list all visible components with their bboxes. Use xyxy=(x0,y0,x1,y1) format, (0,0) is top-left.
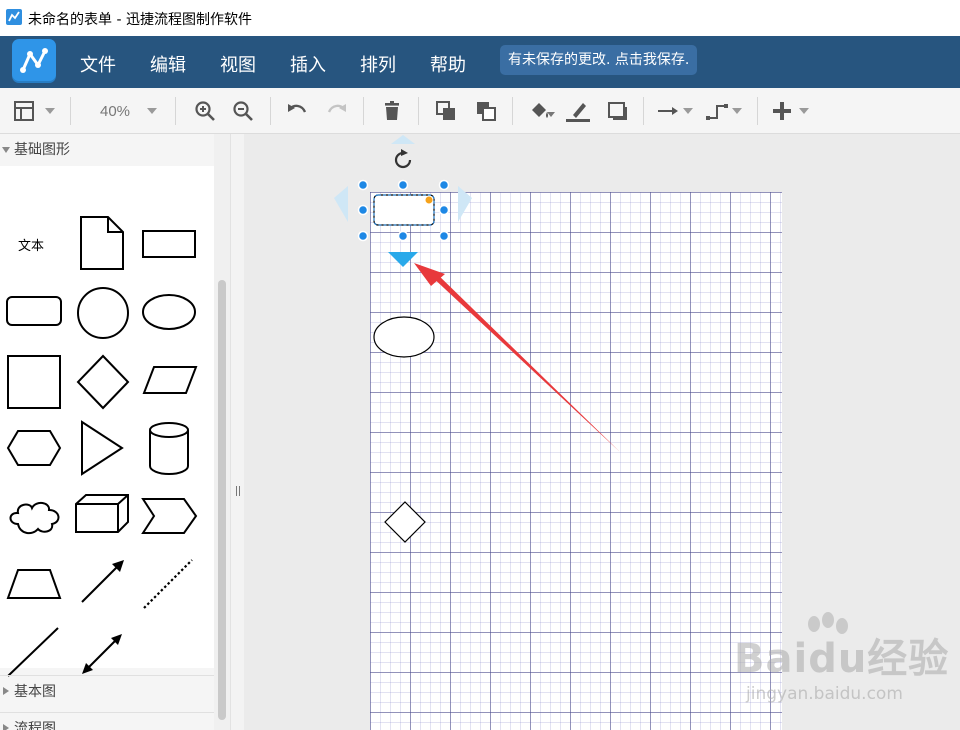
shape-cylinder[interactable] xyxy=(144,420,194,478)
expand-icon xyxy=(2,147,10,153)
section-label: 基本图 xyxy=(14,684,56,700)
shape-rounded-rectangle[interactable] xyxy=(4,294,64,328)
shape-ellipse[interactable] xyxy=(140,292,198,332)
shape-hexagon[interactable] xyxy=(4,428,64,468)
rotate-handle-icon[interactable] xyxy=(394,149,412,169)
zoom-level[interactable]: 40% xyxy=(100,103,130,120)
annotation-arrow xyxy=(414,263,620,452)
unsaved-changes-button[interactable]: 有未保存的更改. 点击我保存. xyxy=(500,45,698,75)
canvas-diamond[interactable] xyxy=(384,501,426,543)
toolbar-separator xyxy=(363,97,364,125)
app-logo-icon[interactable] xyxy=(12,39,56,83)
resize-handle-se[interactable] xyxy=(438,230,450,242)
delete-icon[interactable] xyxy=(380,99,404,123)
panel-splitter[interactable] xyxy=(230,134,244,730)
hint-arrow-down-icon[interactable] xyxy=(388,252,418,267)
toolbar-separator xyxy=(643,97,644,125)
section-label: 流程图 xyxy=(14,721,56,730)
menu-file[interactable]: 文件 xyxy=(80,51,116,77)
connector-icon[interactable] xyxy=(656,99,680,123)
toolbar-separator xyxy=(512,97,513,125)
shadow-icon[interactable] xyxy=(606,99,630,123)
shape-trapezoid[interactable] xyxy=(4,566,64,602)
waypoints-icon[interactable] xyxy=(705,99,729,123)
shape-step[interactable] xyxy=(140,496,200,536)
shape-square[interactable] xyxy=(4,352,64,412)
paw-icon xyxy=(808,612,848,634)
baidu-watermark: Baidu经验 jingyan.baidu.com xyxy=(734,612,949,704)
fill-color-icon[interactable] xyxy=(528,99,552,123)
shape-circle[interactable] xyxy=(74,284,132,342)
resize-handle-e[interactable] xyxy=(438,204,450,216)
resize-handle-nw[interactable] xyxy=(357,179,369,191)
toolbar-separator xyxy=(757,97,758,125)
resize-handle-sw[interactable] xyxy=(357,230,369,242)
section-basic-shapes[interactable]: 基础图形 xyxy=(0,134,214,166)
line-color-icon[interactable] xyxy=(565,99,591,123)
toolbar: 40% xyxy=(0,88,960,134)
shape-dotted-line[interactable] xyxy=(140,556,196,612)
layout-caret-icon[interactable] xyxy=(45,108,55,114)
section-label: 基础图形 xyxy=(14,142,70,158)
hint-arrow-left-icon[interactable] xyxy=(334,186,348,222)
menu-insert[interactable]: 插入 xyxy=(290,51,326,77)
canvas-ellipse[interactable] xyxy=(373,316,435,358)
corner-radius-handle[interactable] xyxy=(424,195,434,205)
left-scrollbar-thumb[interactable] xyxy=(218,280,226,720)
shape-bidirectional-arrow[interactable] xyxy=(78,630,126,678)
menu-help[interactable]: 帮助 xyxy=(430,51,466,77)
shape-cube[interactable] xyxy=(72,492,132,536)
resize-handle-w[interactable] xyxy=(357,204,369,216)
toolbar-separator xyxy=(418,97,419,125)
shape-document[interactable] xyxy=(78,214,126,272)
shape-library-panel: 基础图形 文本 基本图 流程图 xyxy=(0,134,230,730)
watermark-url: jingyan.baidu.com xyxy=(746,684,903,704)
waypoints-caret-icon[interactable] xyxy=(732,108,742,114)
diagram-canvas[interactable]: Baidu经验 jingyan.baidu.com xyxy=(244,134,960,730)
collapse-icon xyxy=(3,724,9,730)
collapse-icon xyxy=(3,687,9,695)
undo-icon[interactable] xyxy=(285,99,309,123)
section-basic-diagram[interactable]: 基本图 xyxy=(0,675,214,707)
shape-rectangle[interactable] xyxy=(140,228,198,262)
insert-plus-icon[interactable] xyxy=(770,99,794,123)
shape-arrow[interactable] xyxy=(76,556,128,608)
fill-caret-icon[interactable] xyxy=(547,112,555,117)
zoom-out-icon[interactable] xyxy=(231,99,255,123)
shape-triangle[interactable] xyxy=(78,418,126,478)
resize-handle-s[interactable] xyxy=(397,230,409,242)
shapes-grid: 文本 xyxy=(0,166,214,677)
menubar: 文件 编辑 视图 插入 排列 帮助 有未保存的更改. 点击我保存. xyxy=(0,36,960,88)
window-title: 未命名的表单 - 迅捷流程图制作软件 xyxy=(28,12,252,28)
toolbar-separator xyxy=(270,97,271,125)
redo-icon[interactable] xyxy=(325,99,349,123)
section-flowchart[interactable]: 流程图 xyxy=(0,712,214,730)
menu-view[interactable]: 视图 xyxy=(220,51,256,77)
menu-edit[interactable]: 编辑 xyxy=(150,51,186,77)
shape-parallelogram[interactable] xyxy=(140,364,200,396)
shape-line[interactable] xyxy=(4,624,62,680)
shape-diamond[interactable] xyxy=(74,352,132,412)
app-icon xyxy=(6,9,22,25)
layout-icon[interactable] xyxy=(12,99,36,123)
hint-arrow-right-icon[interactable] xyxy=(458,186,472,222)
connector-caret-icon[interactable] xyxy=(683,108,693,114)
menu-arrange[interactable]: 排列 xyxy=(360,51,396,77)
splitter-grip-icon[interactable] xyxy=(236,486,240,496)
zoom-caret-icon[interactable] xyxy=(147,108,157,114)
to-back-icon[interactable] xyxy=(474,99,498,123)
to-front-icon[interactable] xyxy=(434,99,458,123)
shape-cloud[interactable] xyxy=(6,496,64,536)
resize-handle-n[interactable] xyxy=(397,179,409,191)
resize-handle-ne[interactable] xyxy=(438,179,450,191)
toolbar-separator xyxy=(175,97,176,125)
toolbar-separator xyxy=(70,97,71,125)
shape-text[interactable]: 文本 xyxy=(18,235,44,254)
insert-caret-icon[interactable] xyxy=(799,108,809,114)
hint-arrow-up-icon[interactable] xyxy=(391,135,415,144)
zoom-in-icon[interactable] xyxy=(193,99,217,123)
window-titlebar: 未命名的表单 - 迅捷流程图制作软件 xyxy=(0,0,960,36)
